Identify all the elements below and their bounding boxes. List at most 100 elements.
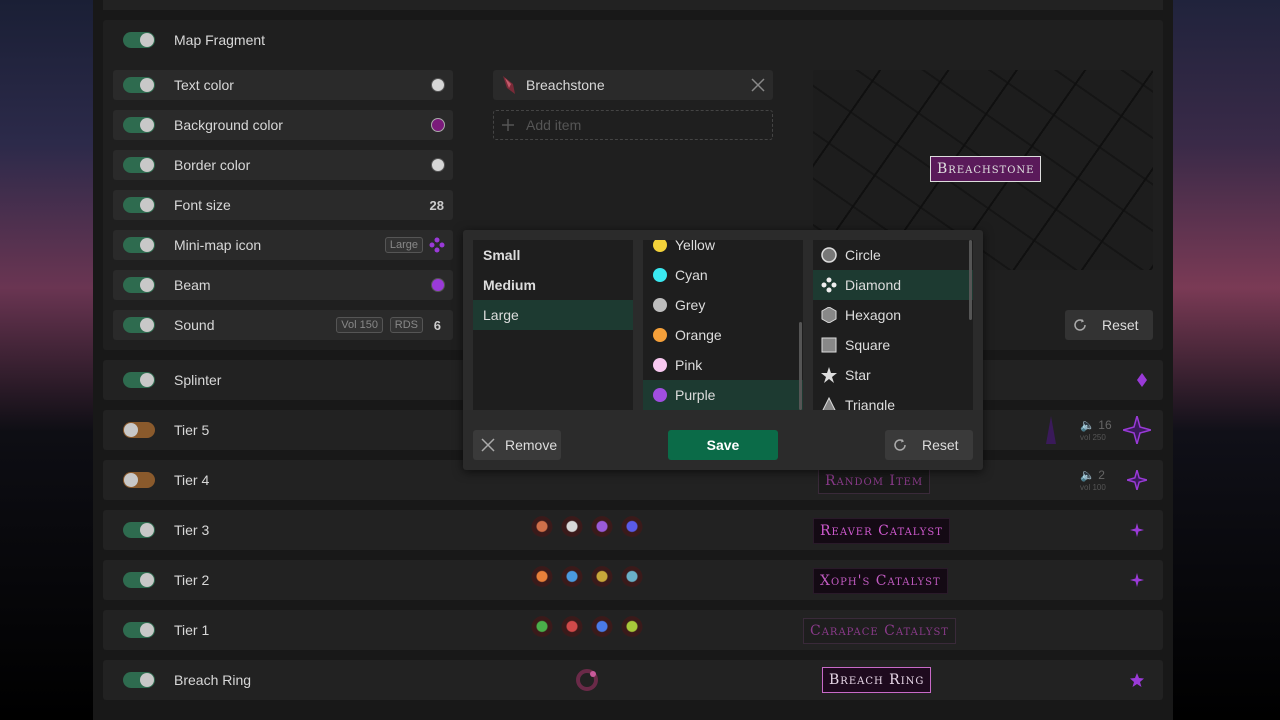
border-color-toggle[interactable] [123,157,155,173]
border-color-swatch[interactable] [431,158,445,172]
beam-color-swatch[interactable] [431,278,445,292]
shape-option-circle[interactable]: Circle [813,240,973,270]
save-button[interactable]: Save [668,430,778,460]
catalyst-icon [561,516,583,542]
row-toggle[interactable] [123,472,155,488]
row-toggle[interactable] [123,672,155,688]
setting-label: Border color [174,157,251,173]
color-option-purple[interactable]: Purple [643,380,803,410]
square-icon [821,337,837,353]
row-toggle[interactable] [123,572,155,588]
diamond-icon[interactable] [429,237,445,253]
hexagon-icon [821,307,837,323]
catalyst-icon [591,516,613,542]
minimap-icon-picker: Small Medium Large Yellow Cyan Grey Oran… [463,230,983,470]
sound-volume-badge: Vol 150 [336,317,383,333]
setting-background-color[interactable]: Background color [113,110,453,140]
reset-icon [1074,319,1086,331]
size-option-small[interactable]: Small [473,240,633,270]
shape-option-triangle[interactable]: Triangle [813,390,973,410]
shape-option-square[interactable]: Square [813,330,973,360]
color-list: Yellow Cyan Grey Orange Pink Purple [643,240,803,410]
shape-list-scrollbar[interactable] [969,240,972,320]
color-label: Yellow [675,240,715,253]
color-option-yellow[interactable]: Yellow [643,240,803,260]
row-toggle[interactable] [123,372,155,388]
cyan-swatch-icon [653,268,667,282]
remove-label: Remove [505,437,558,453]
close-icon [481,438,495,452]
sound-toggle[interactable] [123,317,155,333]
background-color-swatch[interactable] [431,118,445,132]
setting-text-color[interactable]: Text color [113,70,453,100]
font-size-value[interactable]: 28 [430,198,444,213]
preview-tag: Breachstone [930,156,1042,182]
color-option-grey[interactable]: Grey [643,290,803,320]
row-label: Tier 3 [174,522,210,538]
setting-label: Font size [174,197,231,213]
popup-reset-button[interactable]: Reset [885,430,973,460]
plus-icon [502,119,514,131]
row-label: Tier 1 [174,622,210,638]
beam-toggle[interactable] [123,277,155,293]
grey-swatch-icon [653,298,667,312]
shape-option-diamond[interactable]: Diamond [813,270,973,300]
color-label: Pink [675,357,703,373]
setting-label: Beam [174,277,211,293]
color-list-scrollbar[interactable] [799,322,802,410]
color-label: Grey [675,297,706,313]
row-label: Breach Ring [174,672,252,688]
beam-icon [1046,416,1056,444]
catalyst-icon [531,516,553,542]
item-tag: Breach Ring [822,667,932,693]
row-toggle[interactable] [123,522,155,538]
setting-beam[interactable]: Beam [113,270,453,300]
text-color-toggle[interactable] [123,77,155,93]
setting-border-color[interactable]: Border color [113,150,453,180]
row-breach-ring[interactable]: Breach Ring Breach Ring [103,660,1163,700]
sound-indicator: 🔈 16 vol 250 [1080,418,1112,442]
size-option-medium[interactable]: Medium [473,270,633,300]
background-color-toggle[interactable] [123,117,155,133]
sound-value[interactable]: 6 [434,318,441,333]
catalyst-icon [621,616,643,642]
background-left [0,0,93,720]
row-toggle[interactable] [123,622,155,638]
remove-button[interactable]: Remove [473,430,561,460]
section-toggle[interactable] [123,32,155,48]
section-title: Map Fragment [174,32,266,48]
minimap-icon-toggle[interactable] [123,237,155,253]
font-size-toggle[interactable] [123,197,155,213]
shape-list: Circle Diamond Hexagon Square Star Trian… [813,240,973,410]
catalyst-icon [591,566,613,592]
preview-reset-button[interactable]: Reset [1065,310,1153,340]
row-label: Tier 5 [174,422,210,438]
setting-label: Sound [174,317,215,333]
color-option-orange[interactable]: Orange [643,320,803,350]
close-icon[interactable] [751,78,765,92]
setting-font-size[interactable]: Font size 28 [113,190,453,220]
shape-label: Hexagon [845,307,902,323]
catalyst-icon [561,566,583,592]
setting-minimap-icon[interactable]: Mini-map icon Large [113,230,453,260]
size-option-large[interactable]: Large [473,300,633,330]
add-item-button[interactable]: Add item [493,110,773,140]
setting-sound[interactable]: Sound Vol 150 RDS 6 [113,310,453,340]
reset-icon [894,439,906,451]
catalyst-icon [561,616,583,642]
text-color-swatch[interactable] [431,78,445,92]
row-tier-2[interactable]: Tier 2 Xoph's Catalyst [103,560,1163,600]
row-label: Tier 2 [174,572,210,588]
row-toggle[interactable] [123,422,155,438]
row-tier-1[interactable]: Tier 1 Carapace Catalyst [103,610,1163,650]
shape-option-star[interactable]: Star [813,360,973,390]
catalyst-icon [621,566,643,592]
catalyst-icon [621,516,643,542]
color-option-pink[interactable]: Pink [643,350,803,380]
item-entry[interactable]: Breachstone [493,70,773,100]
row-tier-3[interactable]: Tier 3 Reaver Catalyst [103,510,1163,550]
color-option-cyan[interactable]: Cyan [643,260,803,290]
star-icon [1123,416,1151,444]
shape-option-hexagon[interactable]: Hexagon [813,300,973,330]
item-tag: Random Item [818,468,931,494]
